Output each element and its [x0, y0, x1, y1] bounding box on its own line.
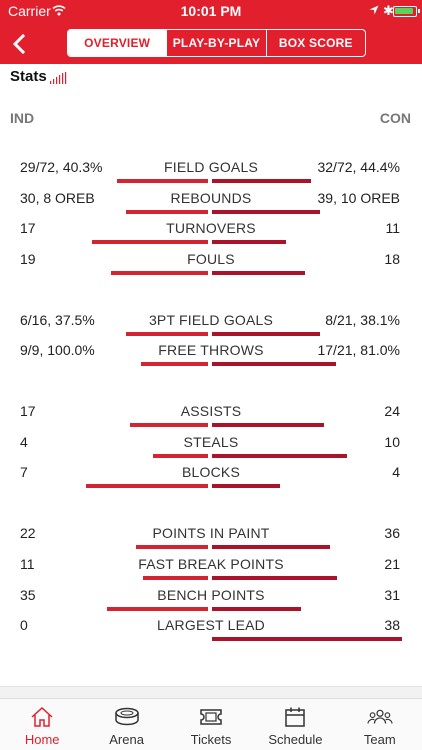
stat-label: FAST BREAK POINTS	[138, 556, 284, 572]
stat-label: TURNOVERS	[166, 220, 256, 236]
stat-label: FOULS	[187, 251, 235, 267]
tab-arena[interactable]: Arena	[84, 699, 168, 750]
stat-bar-right	[212, 484, 280, 488]
stat-right-value: 4	[392, 464, 400, 480]
tab-play-by-play[interactable]: PLAY-BY-PLAY	[166, 30, 265, 56]
stat-row: 11 FAST BREAK POINTS 21	[0, 555, 422, 583]
stat-row: 29/72, 40.3% FIELD GOALS 32/72, 44.4%	[0, 158, 422, 186]
stat-bar-right	[212, 576, 337, 580]
stat-bar-left	[126, 210, 208, 214]
tab-tickets-label: Tickets	[190, 732, 232, 747]
stat-row: 0 LARGEST LEAD 38	[0, 616, 422, 644]
stat-bar-right	[212, 240, 286, 244]
stat-bar-right	[212, 271, 305, 275]
stat-right-value: 18	[384, 251, 400, 267]
stat-right-value: 38	[384, 617, 400, 633]
stat-bar-right	[212, 607, 301, 611]
stat-right-value: 39, 10 OREB	[317, 190, 401, 206]
team-icon	[367, 705, 393, 729]
stat-bar-left	[153, 454, 208, 458]
stat-row: 30, 8 OREB REBOUNDS 39, 10 OREB	[0, 189, 422, 217]
team-left-abbr: IND	[10, 110, 35, 126]
stat-row: 22 POINTS IN PAINT 36	[0, 524, 422, 552]
stat-row: 9/9, 100.0% FREE THROWS 17/21, 81.0%	[0, 341, 422, 369]
tab-team[interactable]: Team	[338, 699, 422, 750]
stat-right-value: 32/72, 44.4%	[317, 159, 400, 175]
stat-right-value: 8/21, 38.1%	[325, 312, 400, 328]
app-header: Carrier 10:01 PM ✱ OVERVIEW PLAY-BY-PLAY…	[0, 0, 422, 64]
stat-bar-left	[141, 362, 208, 366]
stat-bar-right	[212, 210, 320, 214]
stat-right-value: 36	[384, 525, 400, 541]
ticket-icon	[198, 705, 224, 729]
stat-bar-right	[212, 423, 324, 427]
stat-bar-left	[130, 423, 208, 427]
battery-icon	[393, 6, 420, 17]
stat-bar-right	[212, 454, 347, 458]
stat-label: STEALS	[183, 434, 239, 450]
tab-schedule-label: Schedule	[268, 732, 323, 747]
stat-bar-right	[212, 362, 336, 366]
tab-tickets[interactable]: Tickets	[169, 699, 253, 750]
team-right-abbr: CON	[379, 110, 411, 126]
stat-bar-left	[86, 484, 208, 488]
stat-bar-right	[212, 545, 330, 549]
stat-bar-left	[136, 545, 208, 549]
stat-label: POINTS IN PAINT	[152, 525, 270, 541]
tab-arena-label: Arena	[109, 732, 144, 747]
tab-home-label: Home	[24, 732, 60, 747]
stat-row: 17 ASSISTS 24	[0, 402, 422, 430]
stats-title: Stats	[10, 68, 47, 85]
stat-right-value: 10	[384, 434, 400, 450]
stat-bar-left	[126, 332, 208, 336]
stat-row: 19 FOULS 18	[0, 250, 422, 278]
status-time: 10:01 PM	[180, 3, 242, 19]
stat-bar-right	[212, 179, 311, 183]
location-arrow-icon	[369, 5, 379, 15]
stat-right-value: 21	[384, 556, 400, 572]
stat-bar-left	[92, 240, 208, 244]
stat-right-value: 24	[384, 403, 400, 419]
arena-icon	[114, 705, 140, 729]
calendar-icon	[282, 705, 308, 729]
signal-bars-icon	[50, 72, 67, 84]
stat-row: 17 TURNOVERS 11	[0, 219, 422, 247]
stat-bar-left	[143, 576, 208, 580]
stat-bar-right	[212, 637, 402, 641]
stat-row: 4 STEALS 10	[0, 433, 422, 461]
section-divider	[0, 686, 422, 698]
stat-bar-left	[111, 271, 208, 275]
status-bar: Carrier 10:01 PM ✱	[0, 0, 422, 22]
stat-label: BENCH POINTS	[157, 587, 265, 603]
stat-row: 7 BLOCKS 4	[0, 463, 422, 491]
tab-overview[interactable]: OVERVIEW	[68, 30, 167, 56]
tab-box-score[interactable]: BOX SCORE	[265, 30, 365, 56]
tab-home[interactable]: Home	[0, 699, 84, 750]
stat-bar-left	[107, 607, 208, 611]
stat-label: BLOCKS	[182, 464, 240, 480]
stat-right-value: 17/21, 81.0%	[317, 342, 400, 358]
stat-bar-left	[117, 179, 208, 183]
stat-bar-right	[212, 332, 320, 336]
stat-label: ASSISTS	[180, 403, 242, 419]
stat-right-value: 11	[385, 220, 400, 236]
tab-team-label: Team	[363, 732, 396, 747]
bottom-tab-bar: Home Arena Tickets Schedule Team	[0, 698, 422, 750]
chevron-left-icon	[12, 34, 26, 54]
game-view-tabs: OVERVIEW PLAY-BY-PLAY BOX SCORE	[67, 29, 366, 57]
stat-row: 6/16, 37.5% 3PT FIELD GOALS 8/21, 38.1%	[0, 311, 422, 339]
home-icon	[29, 705, 55, 729]
stat-right-value: 31	[384, 587, 400, 603]
stat-row: 35 BENCH POINTS 31	[0, 586, 422, 614]
stat-label: LARGEST LEAD	[157, 617, 265, 633]
tab-schedule[interactable]: Schedule	[253, 699, 337, 750]
back-button[interactable]	[6, 30, 34, 58]
